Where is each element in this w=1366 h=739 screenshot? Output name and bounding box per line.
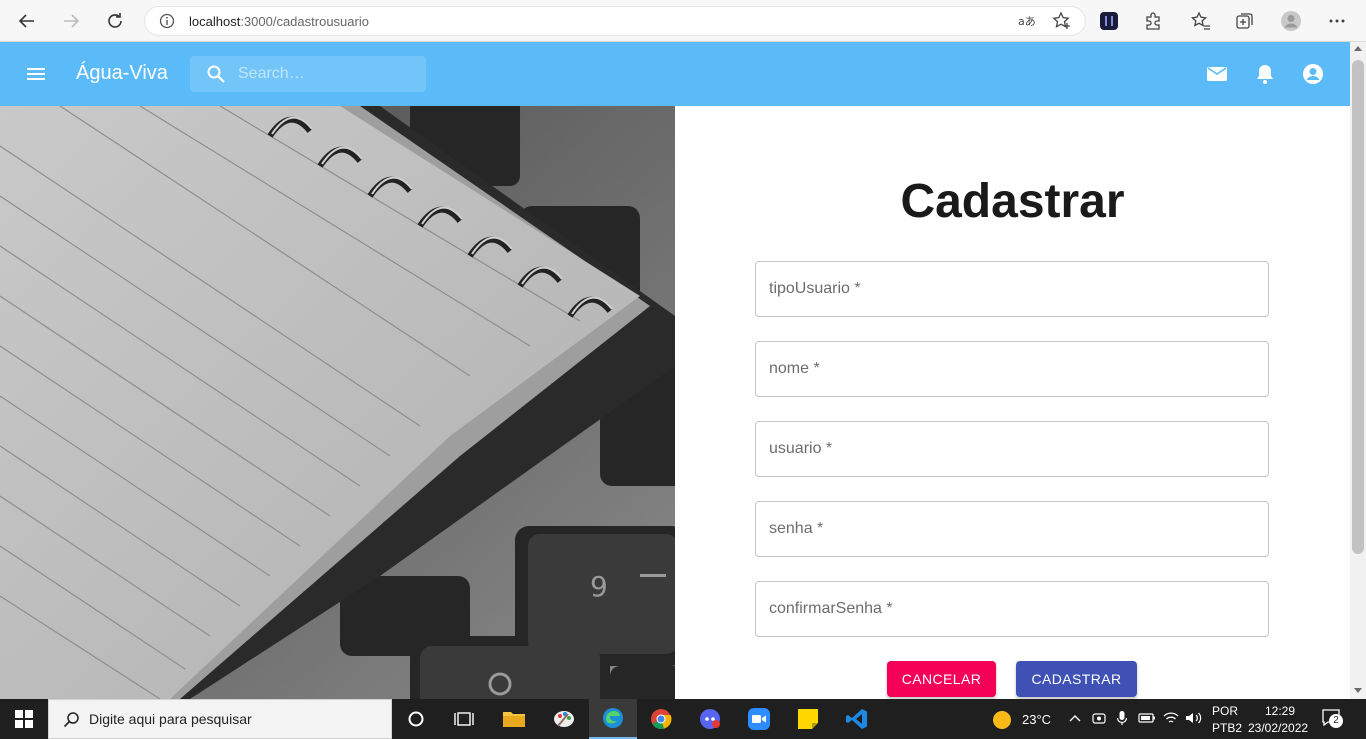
edge-icon — [603, 708, 623, 728]
back-button[interactable] — [14, 8, 40, 34]
discord-icon — [700, 709, 720, 729]
usuario-field[interactable] — [755, 421, 1269, 477]
cancel-button[interactable]: CANCELAR — [887, 661, 996, 697]
show-hidden-icons-chevron-icon[interactable] — [1066, 709, 1084, 727]
form-title: Cadastrar — [900, 175, 1125, 228]
svg-text:9: 9 — [590, 570, 608, 603]
usuario-input[interactable] — [769, 422, 1249, 476]
windows-taskbar: Digite aqui para pesquisar 23°C POR PTB2… — [0, 699, 1366, 739]
nome-field[interactable] — [755, 341, 1269, 397]
zoom-camera-icon — [748, 708, 770, 730]
camera-tray-icon[interactable] — [1090, 709, 1108, 727]
search-icon — [207, 65, 225, 83]
chrome-icon — [651, 709, 672, 730]
svg-text:aあ: aあ — [1018, 15, 1035, 28]
search-input[interactable] — [238, 62, 418, 86]
add-favorite-icon[interactable] — [1051, 10, 1073, 32]
read-aloud-icon[interactable]: aあ — [1015, 10, 1037, 32]
paint-app-button[interactable] — [540, 699, 588, 739]
sticky-note-icon — [798, 709, 818, 729]
weather-temperature[interactable]: 23°C — [1022, 712, 1051, 727]
scroll-down-arrow-icon[interactable] — [1354, 688, 1362, 693]
taskbar-search[interactable]: Digite aqui para pesquisar — [48, 699, 392, 739]
collections-icon[interactable] — [1234, 10, 1256, 32]
nome-input[interactable] — [769, 342, 1249, 396]
keyboard-layout-indicator[interactable]: PTB2 — [1212, 721, 1242, 735]
menu-icon[interactable] — [24, 62, 48, 86]
refresh-icon — [108, 13, 122, 28]
app-bar: Água-Viva — [0, 42, 1350, 106]
start-button[interactable] — [0, 699, 48, 739]
taskbar-search-placeholder: Digite aqui para pesquisar — [89, 711, 252, 727]
search-icon — [63, 712, 79, 728]
tipo-usuario-field[interactable] — [755, 261, 1269, 317]
page-scrollbar[interactable] — [1350, 42, 1366, 699]
forward-arrow-icon — [64, 14, 80, 28]
scroll-up-arrow-icon[interactable] — [1354, 46, 1362, 51]
discord-button[interactable] — [686, 699, 734, 739]
notification-center-button[interactable]: 2 — [1322, 709, 1346, 729]
clock-date[interactable]: 23/02/2022 — [1248, 721, 1308, 735]
notebook-keyboard-image: 9 — [0, 106, 675, 699]
back-arrow-icon — [18, 14, 34, 28]
sticky-notes-button[interactable] — [784, 699, 832, 739]
weather-sun-icon[interactable] — [992, 710, 1012, 730]
mail-icon[interactable] — [1205, 62, 1229, 86]
confirmar-senha-field[interactable] — [755, 581, 1269, 637]
profile-avatar-icon[interactable] — [1280, 10, 1302, 32]
language-indicator[interactable]: POR — [1212, 704, 1238, 718]
refresh-button[interactable] — [102, 8, 128, 34]
submit-button[interactable]: CADASTRAR — [1016, 661, 1137, 697]
cortana-icon — [408, 711, 424, 727]
cortana-button[interactable] — [392, 699, 440, 739]
task-view-icon — [454, 712, 474, 726]
scrollbar-thumb[interactable] — [1352, 60, 1364, 554]
senha-field[interactable] — [755, 501, 1269, 557]
edge-browser-button[interactable] — [589, 699, 637, 739]
address-bar[interactable]: localhost:3000/cadastrousuario aあ — [144, 6, 1086, 36]
url-text: localhost:3000/cadastrousuario — [189, 14, 369, 29]
notifications-bell-icon[interactable] — [1253, 62, 1277, 86]
favorites-icon[interactable] — [1190, 10, 1212, 32]
wifi-icon[interactable] — [1162, 709, 1180, 727]
clock-time[interactable]: 12:29 — [1265, 704, 1295, 718]
forward-button[interactable] — [58, 8, 84, 34]
senha-input[interactable] — [769, 502, 1249, 556]
chrome-browser-button[interactable] — [637, 699, 685, 739]
tipo-usuario-input[interactable] — [769, 262, 1249, 316]
windows-logo-icon — [15, 710, 33, 728]
extension-icon[interactable] — [1098, 10, 1120, 32]
vscode-icon — [846, 709, 867, 729]
folder-icon — [503, 712, 525, 727]
volume-icon[interactable] — [1185, 709, 1203, 727]
task-view-button[interactable] — [440, 699, 488, 739]
extensions-puzzle-icon[interactable] — [1142, 10, 1164, 32]
app-title: Água-Viva — [76, 62, 168, 84]
paint-palette-icon — [554, 711, 574, 727]
signup-form: Cadastrar CANCELAR CADASTRAR — [675, 106, 1350, 699]
file-explorer-button[interactable] — [490, 699, 538, 739]
notification-count-badge: 2 — [1329, 714, 1343, 728]
vscode-button[interactable] — [833, 699, 881, 739]
site-info-icon[interactable] — [159, 13, 175, 29]
search-box[interactable] — [190, 56, 426, 92]
zoom-button[interactable] — [735, 699, 783, 739]
battery-icon[interactable] — [1138, 709, 1156, 727]
more-options-icon[interactable] — [1326, 10, 1348, 32]
browser-toolbar: localhost:3000/cadastrousuario aあ — [0, 0, 1366, 42]
microphone-icon[interactable] — [1113, 709, 1131, 727]
account-circle-icon[interactable] — [1301, 62, 1325, 86]
confirmar-senha-input[interactable] — [769, 582, 1249, 636]
